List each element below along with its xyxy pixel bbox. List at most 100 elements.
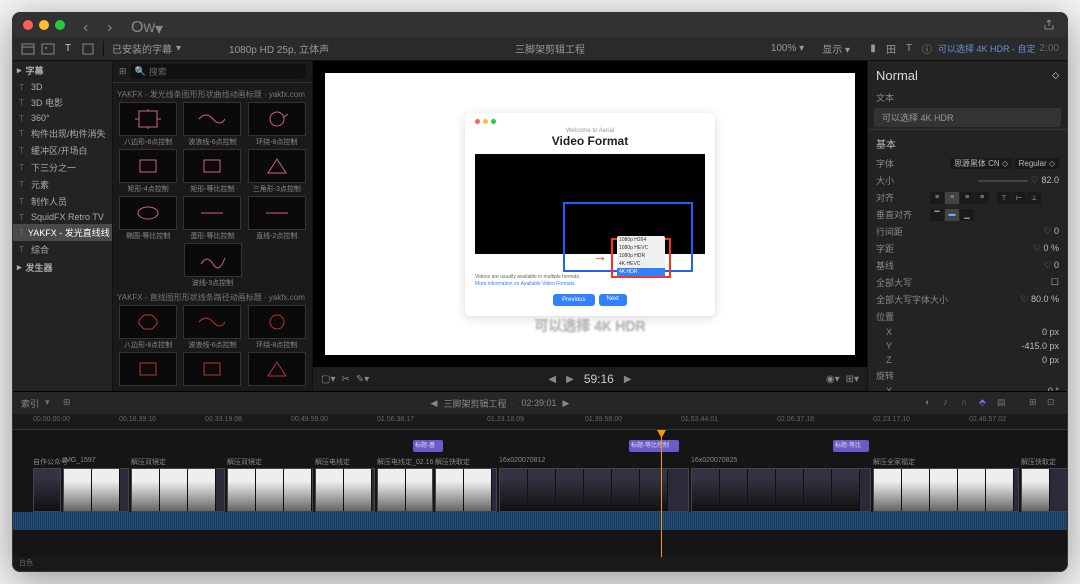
- tracking-value[interactable]: 0 %: [1043, 243, 1059, 253]
- keyframe-icon[interactable]: ♡: [1043, 260, 1051, 270]
- inspector-style-name[interactable]: Normal◇: [868, 61, 1067, 89]
- pos-x-value[interactable]: 0 px: [930, 327, 1059, 337]
- library-icon[interactable]: Ow: [131, 19, 145, 31]
- title-template[interactable]: [246, 352, 308, 386]
- next-button[interactable]: Next: [599, 294, 627, 306]
- effects-icon[interactable]: ⊡: [1047, 397, 1059, 409]
- video-clip[interactable]: [315, 468, 375, 512]
- skimming-icon[interactable]: ◐: [925, 397, 937, 409]
- video-clip[interactable]: [131, 468, 225, 512]
- window-maximize-button[interactable]: [55, 20, 65, 30]
- timeline-ruler[interactable]: 00.00.00.00 00.16.39.16 00.33.19.08 00.4…: [13, 414, 1067, 430]
- title-template[interactable]: 三角形-3点控制: [246, 149, 308, 194]
- sidebar-item-buildin[interactable]: T构件出现/构件消失: [13, 125, 112, 142]
- title-template[interactable]: 波浪线-6点控制: [181, 102, 243, 147]
- media-browser-icon[interactable]: [21, 42, 35, 56]
- align-left-button[interactable]: ≡: [930, 192, 944, 204]
- title-template[interactable]: 蛋形-等比控制: [181, 196, 243, 241]
- align-middle-button[interactable]: ⊢: [1012, 192, 1026, 204]
- display-menu[interactable]: 显示 ▾: [822, 41, 850, 56]
- size-value[interactable]: 82.0: [1041, 175, 1059, 185]
- title-template[interactable]: 八边形-8点控制: [117, 305, 179, 350]
- title-template[interactable]: 直线-2点控制: [246, 196, 308, 241]
- keyframe-icon[interactable]: ♡: [1020, 294, 1028, 304]
- video-clip[interactable]: [691, 468, 871, 512]
- baseline-value[interactable]: 0: [1054, 260, 1059, 270]
- align-center-button[interactable]: ≡: [945, 192, 959, 204]
- subtitle-clip[interactable]: 标题-基: [413, 440, 443, 452]
- inspector-tab-2-icon[interactable]: 田: [884, 42, 898, 56]
- pos-y-value[interactable]: -415.0 px: [930, 341, 1059, 351]
- sidebar-item-combined[interactable]: T综合: [13, 241, 112, 258]
- sidebar-header[interactable]: ▸ 字幕: [13, 61, 112, 80]
- generators-browser-icon[interactable]: [81, 42, 95, 56]
- title-template[interactable]: 波线-3点控制: [117, 243, 308, 288]
- allcaps-checkbox[interactable]: ☐: [1051, 277, 1059, 287]
- solo-icon[interactable]: ∩: [961, 397, 973, 409]
- valign-bot-button[interactable]: ▁: [960, 209, 974, 221]
- sidebar-item-3d-movie[interactable]: T3D 电影: [13, 94, 112, 111]
- subtitle-text[interactable]: 可以选择 4K HDR: [534, 315, 645, 335]
- sidebar-item-bumper[interactable]: T缓冲区/开场白: [13, 142, 112, 159]
- import-icon[interactable]: ▾: [155, 19, 169, 31]
- align-justify-button[interactable]: ≡: [975, 192, 989, 204]
- size-slider[interactable]: [978, 180, 1028, 182]
- keyframe-icon[interactable]: ♡: [1033, 243, 1041, 253]
- next-frame-icon[interactable]: ▶: [624, 374, 632, 385]
- inspector-tab-3-icon[interactable]: T: [902, 42, 916, 56]
- title-template[interactable]: 矩形-4点控制: [117, 149, 179, 194]
- forward-icon[interactable]: ›: [107, 19, 121, 31]
- titles-browser-icon[interactable]: T: [61, 42, 75, 56]
- timeline-tool-2-icon[interactable]: ⊞: [63, 397, 75, 409]
- allcapsize-value[interactable]: 80.0 %: [1031, 294, 1059, 304]
- title-template[interactable]: [117, 352, 179, 386]
- align-bottom-button[interactable]: ⊥: [1027, 192, 1041, 204]
- title-template[interactable]: 椭圆-等比控制: [117, 196, 179, 241]
- color-tool-icon[interactable]: ◉▾: [826, 374, 840, 385]
- keyframe-icon[interactable]: ♡: [1031, 175, 1039, 185]
- zoom-level[interactable]: 100%: [771, 43, 797, 54]
- title-template[interactable]: [181, 352, 243, 386]
- share-icon[interactable]: [1043, 19, 1057, 31]
- prev-frame-icon[interactable]: ◀: [548, 374, 556, 385]
- pos-z-value[interactable]: 0 px: [930, 355, 1059, 365]
- video-clip[interactable]: [1021, 468, 1067, 512]
- align-right-button[interactable]: ≡: [960, 192, 974, 204]
- enhance-tool-icon[interactable]: ✎▾: [356, 374, 369, 385]
- sidebar-item-lowerthird[interactable]: T下三分之一: [13, 159, 112, 176]
- sidebar-item-squidfx[interactable]: TSquidFX Retro TV: [13, 210, 112, 224]
- audio-track[interactable]: [13, 512, 1067, 530]
- sidebar-item-credits[interactable]: T制作人员: [13, 193, 112, 210]
- sidebar-item-360[interactable]: T360°: [13, 111, 112, 125]
- play-icon[interactable]: ▶: [566, 374, 574, 385]
- video-clip[interactable]: [435, 468, 497, 512]
- title-template[interactable]: 八边形-8点控制: [117, 102, 179, 147]
- back-icon[interactable]: ‹: [83, 19, 97, 31]
- filter-icon[interactable]: ⊞: [119, 66, 127, 77]
- clip-appearance-icon[interactable]: ⊞: [1029, 397, 1041, 409]
- align-top-button[interactable]: ⊤: [997, 192, 1011, 204]
- snap-icon[interactable]: ⬘: [979, 397, 991, 409]
- timeline-tool-1-icon[interactable]: ▾: [45, 397, 57, 409]
- video-clip[interactable]: [377, 468, 433, 512]
- window-close-button[interactable]: [23, 20, 33, 30]
- title-template[interactable]: 矩形-等比控制: [181, 149, 243, 194]
- subtitle-clip[interactable]: 标题-等比: [833, 440, 869, 452]
- valign-top-button[interactable]: ▔: [930, 209, 944, 221]
- timeline-prev-icon[interactable]: ◀: [431, 398, 438, 409]
- transform-tool-icon[interactable]: ▢▾: [321, 374, 335, 385]
- timeline-next-icon[interactable]: ▶: [563, 398, 570, 409]
- text-value-field[interactable]: 可以选择 4K HDR: [874, 108, 1061, 127]
- layout-tool-icon[interactable]: ⊞▾: [846, 374, 859, 385]
- title-template[interactable]: 环绕-8点控制: [246, 102, 308, 147]
- video-clip[interactable]: [873, 468, 1019, 512]
- valign-mid-button[interactable]: ▬: [945, 209, 959, 221]
- keyframe-icon[interactable]: ♡: [1043, 226, 1051, 236]
- subtitle-clip[interactable]: 标题-等比控制: [629, 440, 679, 452]
- crop-tool-icon[interactable]: ✂: [341, 374, 349, 385]
- video-clip[interactable]: [227, 468, 313, 512]
- timeline-tracks[interactable]: 标题-基标题-等比控制标题-等比 自作公众号IMG_1597解压双镜定解压双镜定…: [13, 430, 1067, 557]
- timeline-tool-icon[interactable]: ▤: [997, 397, 1009, 409]
- sidebar-item-3d[interactable]: T3D: [13, 80, 112, 94]
- photos-browser-icon[interactable]: [41, 42, 55, 56]
